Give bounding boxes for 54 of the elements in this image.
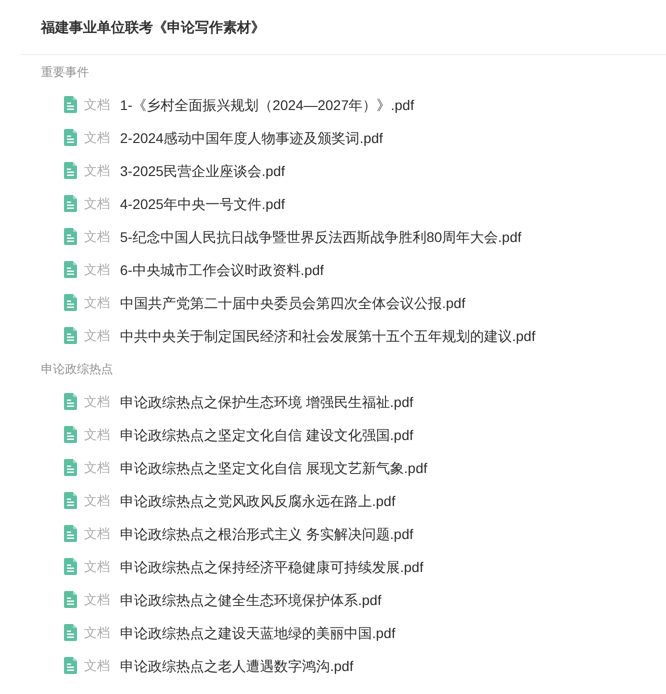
file-link[interactable]: 申论政综热点之健全生态环境保护体系.pdf bbox=[120, 590, 382, 608]
file-link[interactable]: 1-《乡村全面振兴规划（2024—2027年）》.pdf bbox=[120, 96, 414, 114]
document-icon bbox=[64, 558, 77, 575]
document-icon bbox=[64, 657, 77, 674]
file-link[interactable]: 中共中央关于制定国民经济和社会发展第十五个五年规划的建议.pdf bbox=[120, 326, 536, 344]
section-label: 申论政综热点 bbox=[41, 360, 113, 376]
document-icon bbox=[64, 327, 77, 344]
document-icon bbox=[64, 393, 77, 410]
file-link[interactable]: 3-2025民营企业座谈会.pdf bbox=[120, 162, 285, 180]
file-type-label: 文档 bbox=[84, 394, 110, 410]
document-icon bbox=[64, 129, 77, 146]
document-icon bbox=[64, 525, 77, 542]
file-link[interactable]: 2-2024感动中国年度人物事迹及颁奖词.pdf bbox=[120, 128, 383, 146]
document-icon bbox=[64, 492, 77, 509]
page-title: 福建事业单位联考《申论写作素材》 bbox=[41, 18, 265, 37]
document-icon bbox=[64, 195, 77, 212]
file-link[interactable]: 申论政综热点之保护生态环境 增强民生福祉.pdf bbox=[120, 392, 414, 410]
file-type-label: 文档 bbox=[84, 492, 110, 508]
file-type-label: 文档 bbox=[84, 228, 110, 244]
document-icon bbox=[64, 624, 77, 641]
document-icon bbox=[64, 162, 77, 179]
file-type-label: 文档 bbox=[84, 328, 110, 344]
file-type-label: 文档 bbox=[84, 196, 110, 212]
file-link[interactable]: 申论政综热点之建设天蓝地绿的美丽中国.pdf bbox=[120, 624, 396, 642]
file-link[interactable]: 申论政综热点之老人遭遇数字鸿沟.pdf bbox=[120, 656, 354, 674]
file-type-label: 文档 bbox=[84, 294, 110, 310]
file-link[interactable]: 6-中央城市工作会议时政资料.pdf bbox=[120, 260, 324, 278]
file-link[interactable]: 申论政综热点之党风政风反腐永远在路上.pdf bbox=[120, 492, 396, 510]
file-link[interactable]: 5-纪念中国人民抗日战争暨世界反法西斯战争胜利80周年大会.pdf bbox=[120, 228, 522, 246]
section-label: 重要事件 bbox=[41, 64, 89, 80]
file-type-label: 文档 bbox=[84, 624, 110, 640]
file-type-label: 文档 bbox=[84, 558, 110, 574]
file-link[interactable]: 申论政综热点之坚定文化自信 展现文艺新气象.pdf bbox=[120, 458, 428, 476]
file-type-label: 文档 bbox=[84, 426, 110, 442]
file-type-label: 文档 bbox=[84, 460, 110, 476]
file-link[interactable]: 中国共产党第二十届中央委员会第四次全体会议公报.pdf bbox=[120, 294, 466, 312]
file-type-label: 文档 bbox=[84, 96, 110, 112]
file-type-label: 文档 bbox=[84, 526, 110, 542]
file-link[interactable]: 申论政综热点之根治形式主义 务实解决问题.pdf bbox=[120, 524, 414, 542]
document-icon bbox=[64, 459, 77, 476]
file-type-label: 文档 bbox=[84, 262, 110, 278]
document-icon bbox=[64, 261, 77, 278]
document-icon bbox=[64, 294, 77, 311]
document-icon bbox=[64, 426, 77, 443]
file-link[interactable]: 4-2025年中央一号文件.pdf bbox=[120, 194, 285, 212]
document-icon bbox=[64, 228, 77, 245]
file-type-label: 文档 bbox=[84, 130, 110, 146]
document-icon bbox=[64, 591, 77, 608]
document-icon bbox=[64, 96, 77, 113]
file-link[interactable]: 申论政综热点之坚定文化自信 建设文化强国.pdf bbox=[120, 426, 414, 444]
file-type-label: 文档 bbox=[84, 658, 110, 674]
file-type-label: 文档 bbox=[84, 592, 110, 608]
file-link[interactable]: 申论政综热点之保持经济平稳健康可持续发展.pdf bbox=[120, 558, 424, 576]
file-type-label: 文档 bbox=[84, 162, 110, 178]
